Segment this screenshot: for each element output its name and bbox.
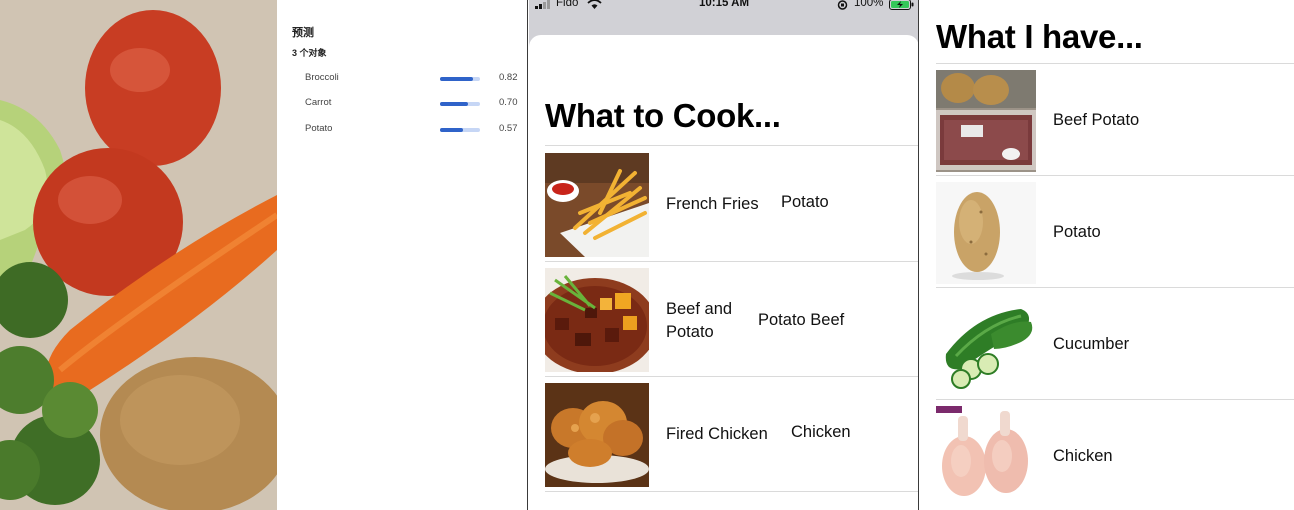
french-fries-image xyxy=(545,153,649,257)
pantry-item-label: Beef Potato xyxy=(1053,111,1140,129)
divider xyxy=(936,287,1294,288)
divider xyxy=(545,376,918,377)
potato-image xyxy=(936,182,1036,284)
score-bar-track xyxy=(440,77,480,81)
pantry-item-label: Cucumber xyxy=(1053,335,1130,353)
recipe-name: Beef and Potato xyxy=(666,300,733,341)
divider xyxy=(936,175,1294,176)
score-bar-track xyxy=(440,102,480,106)
object-count: 3 个对象 xyxy=(292,48,327,58)
cucumber-image xyxy=(936,294,1036,396)
prediction-row: Potato 0.57 xyxy=(277,123,528,137)
recipe-ingredients: Potato Beef xyxy=(758,311,845,329)
divider xyxy=(545,261,918,262)
score-bar-fill xyxy=(440,128,463,132)
have-title: What I have... xyxy=(936,18,1143,55)
pantry-row-potato[interactable]: Potato xyxy=(936,182,1294,284)
vegetables-photo xyxy=(0,0,277,510)
divider xyxy=(545,491,918,492)
divider xyxy=(545,145,918,146)
recipe-row-fried-chicken[interactable]: Fired Chicken Chicken xyxy=(545,383,918,487)
prediction-row: Broccoli 0.82 xyxy=(277,72,528,86)
pantry-item-label: Chicken xyxy=(1053,447,1113,465)
recipe-name: Fired Chicken xyxy=(666,425,768,443)
screenshot-composite: 预测 3 个对象 Broccoli 0.82 Carrot 0.70 Potat… xyxy=(0,0,1294,510)
recipe-ingredients: Chicken xyxy=(791,423,851,441)
battery-icon xyxy=(889,0,914,10)
score-bar-fill xyxy=(440,102,468,106)
recipe-ingredients: Potato xyxy=(781,193,829,211)
prediction-score: 0.82 xyxy=(499,72,518,83)
prediction-score: 0.57 xyxy=(499,123,518,134)
beef-and-potato-image xyxy=(936,70,1036,172)
fried-chicken-image xyxy=(545,383,649,487)
phone-screen: Fido 10:15 AM 100% What to Cook... Frenc… xyxy=(529,0,919,510)
prediction-label: Carrot xyxy=(305,97,332,108)
pantry-row-chicken[interactable]: Chicken xyxy=(936,406,1294,508)
cook-title: What to Cook... xyxy=(545,97,781,134)
recipe-row-french-fries[interactable]: French Fries Potato xyxy=(545,153,918,257)
divider xyxy=(936,63,1294,64)
chicken-drumsticks-image xyxy=(936,406,1036,508)
pantry-item-label: Potato xyxy=(1053,223,1101,241)
cook-sheet: What to Cook... French Fries Potato Beef… xyxy=(529,35,918,510)
prediction-label: Potato xyxy=(305,123,333,134)
status-bar: Fido 10:15 AM 100% xyxy=(529,0,918,14)
battery-percent: 100% xyxy=(854,0,884,9)
score-bar-fill xyxy=(440,77,473,81)
orientation-lock-icon xyxy=(837,0,848,10)
recipe-row-beef-and-potato[interactable]: Beef and Potato Potato Beef xyxy=(545,268,918,372)
divider xyxy=(936,399,1294,400)
prediction-score: 0.70 xyxy=(499,97,518,108)
score-bar-track xyxy=(440,128,480,132)
prediction-row: Carrot 0.70 xyxy=(277,97,528,111)
pantry-screen: What I have... Beef Potato Potato Cucumb… xyxy=(920,0,1294,510)
recipe-name: French Fries xyxy=(666,195,759,213)
pantry-row-beef-potato[interactable]: Beef Potato xyxy=(936,70,1294,172)
pantry-row-cucumber[interactable]: Cucumber xyxy=(936,294,1294,396)
prediction-label: Broccoli xyxy=(305,72,339,83)
beef-stew-image xyxy=(545,268,649,372)
predictions-panel: 预测 3 个对象 Broccoli 0.82 Carrot 0.70 Potat… xyxy=(277,0,528,510)
predictions-title: 预测 xyxy=(292,27,314,39)
